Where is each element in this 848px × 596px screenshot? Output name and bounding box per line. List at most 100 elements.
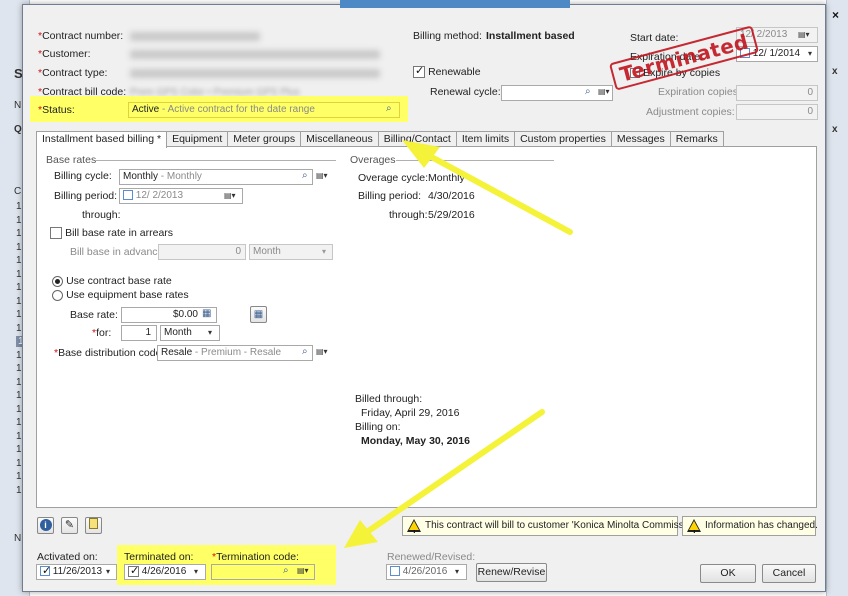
tab-custom-properties[interactable]: Custom properties xyxy=(514,131,612,147)
billing-cycle-label: Billing cycle: xyxy=(54,170,112,182)
tab-installment-billing[interactable]: Installment based billing * xyxy=(36,131,168,148)
status-description: - Active contract for the date range xyxy=(159,104,315,115)
renewal-cycle-input[interactable] xyxy=(501,85,613,101)
for-field[interactable]: 1 xyxy=(121,325,157,341)
search-icon[interactable]: ⌕ xyxy=(386,103,392,114)
use-contract-rate-row[interactable]: Use contract base rate xyxy=(52,275,172,287)
billing-cycle-field[interactable]: Monthly - Monthly xyxy=(119,169,313,185)
renewal-cycle-label: Renewal cycle: xyxy=(430,86,501,98)
chevron-down-icon[interactable]: ▾ xyxy=(194,567,198,576)
options-dropdown-icon[interactable]: ▤▾ xyxy=(598,87,610,96)
expiration-copies-field[interactable]: 0 xyxy=(736,85,818,101)
calculator-button[interactable]: ▦ xyxy=(250,306,267,323)
distribution-code-value: Resale xyxy=(161,347,193,358)
background-close-icon[interactable]: × xyxy=(832,8,839,22)
chevron-down-icon[interactable]: ▾ xyxy=(322,247,326,256)
tab-item-limits[interactable]: Item limits xyxy=(455,131,516,147)
arrears-checkbox-row[interactable]: Bill base rate in arrears xyxy=(50,227,173,240)
expiration-date-value: 12/ 1/2014 xyxy=(752,48,801,59)
for-label: *for: xyxy=(92,327,112,339)
advance-label: Bill base in advance: xyxy=(70,246,167,258)
renewed-revised-label: Renewed/Revised: xyxy=(387,551,476,563)
tab-bar: Installment based billing * Equipment Me… xyxy=(36,131,724,148)
ok-button[interactable]: OK xyxy=(700,564,756,583)
calculator-icon[interactable]: ▦ xyxy=(202,308,211,319)
bill-to-warning-text: This contract will bill to customer 'Kon… xyxy=(425,520,707,531)
billing-method-value: Installment based xyxy=(486,30,575,42)
cancel-button[interactable]: Cancel xyxy=(762,564,816,583)
billed-through-value: Friday, April 29, 2016 xyxy=(361,407,460,419)
billing-on-label: Billing on: xyxy=(355,421,401,433)
chevron-down-icon[interactable]: ▾ xyxy=(106,567,110,576)
distribution-code-desc: - Premium - Resale xyxy=(192,347,282,358)
overage-through-value: 5/29/2016 xyxy=(428,209,475,221)
notes-icon xyxy=(89,518,98,529)
through-label: through: xyxy=(82,209,121,221)
base-rates-heading: Base rates xyxy=(46,154,97,166)
adjustment-copies-field[interactable]: 0 xyxy=(736,104,818,120)
changed-warning-text: Information has changed. xyxy=(705,520,818,531)
use-equipment-rate-label: Use equipment base rates xyxy=(66,289,189,301)
terminated-on-checkbox[interactable] xyxy=(128,565,139,578)
terminated-on-label: Terminated on: xyxy=(124,551,194,563)
chevron-down-icon[interactable]: ▾ xyxy=(808,49,812,58)
activated-on-checkbox[interactable] xyxy=(40,565,51,578)
distribution-code-label: *Base distribution code: xyxy=(54,347,165,359)
tab-miscellaneous[interactable]: Miscellaneous xyxy=(300,131,379,147)
tab-remarks[interactable]: Remarks xyxy=(669,131,724,147)
overage-period-label: Billing period: xyxy=(358,190,422,202)
use-equipment-rate-radio[interactable] xyxy=(52,289,63,301)
tab-billing-contact[interactable]: Billing/Contact xyxy=(377,131,457,147)
contract-number-label: *Contract number: xyxy=(38,30,124,42)
tab-messages[interactable]: Messages xyxy=(610,131,671,147)
advance-unit-select[interactable]: Month xyxy=(249,244,333,260)
search-icon[interactable]: ⌕ xyxy=(302,170,308,181)
warning-icon: ! xyxy=(687,519,701,535)
renewable-checkbox-row[interactable]: Renewable xyxy=(413,64,481,79)
tab-equipment[interactable]: Equipment xyxy=(166,131,229,147)
paperclip-icon: ✎ xyxy=(64,519,75,531)
warning-icon: ! xyxy=(407,519,421,535)
background-window-right xyxy=(826,0,848,596)
use-equipment-rate-row[interactable]: Use equipment base rates xyxy=(52,289,189,301)
activated-on-value: 11/26/2013 xyxy=(52,566,103,577)
renewable-checkbox[interactable] xyxy=(413,64,425,79)
options-dropdown-icon[interactable]: ▤▾ xyxy=(297,566,309,575)
background-close-icon[interactable]: x xyxy=(832,66,838,77)
background-letter: N xyxy=(14,100,22,111)
status-field[interactable]: Active - Active contract for the date ra… xyxy=(128,102,400,118)
renewed-revised-value: 4/26/2016 xyxy=(402,566,448,577)
use-contract-rate-radio[interactable] xyxy=(52,275,63,287)
distribution-code-field[interactable]: Resale - Premium - Resale xyxy=(157,345,313,361)
search-icon[interactable]: ⌕ xyxy=(585,86,591,97)
calendar-icon[interactable]: ▤▾ xyxy=(224,191,236,200)
chevron-down-icon[interactable]: ▾ xyxy=(455,567,459,576)
attachment-button[interactable]: ✎ xyxy=(61,517,78,534)
search-icon[interactable]: ⌕ xyxy=(283,565,289,576)
activated-on-label: Activated on: xyxy=(37,551,98,563)
advance-field[interactable]: 0 xyxy=(158,244,246,260)
billing-period-checkbox[interactable] xyxy=(123,190,133,201)
adjustment-copies-label: Adjustment copies: xyxy=(646,106,735,118)
search-icon[interactable]: ⌕ xyxy=(302,346,308,357)
renewed-revised-checkbox[interactable] xyxy=(390,566,400,577)
notes-button[interactable] xyxy=(85,517,102,534)
billing-cycle-desc: - Monthly xyxy=(158,171,202,182)
chevron-down-icon[interactable]: ▾ xyxy=(208,328,212,337)
options-dropdown-icon[interactable]: ▤▾ xyxy=(316,347,328,356)
overage-cycle-value: Monthly xyxy=(428,172,465,184)
overage-period-value: 4/30/2016 xyxy=(428,190,475,202)
arrears-checkbox[interactable] xyxy=(50,227,62,240)
options-dropdown-icon[interactable]: ▤▾ xyxy=(316,171,328,180)
billing-method-label: Billing method: xyxy=(413,30,482,42)
calendar-icon[interactable]: ▤▾ xyxy=(798,30,810,39)
renew-revise-button[interactable]: Renew/Revise xyxy=(476,563,547,582)
activated-on-field[interactable]: 11/26/2013 xyxy=(36,564,117,580)
calculator-icon: ▦ xyxy=(253,309,264,320)
tab-meter-groups[interactable]: Meter groups xyxy=(227,131,302,147)
overages-heading: Overages xyxy=(350,154,396,166)
billing-on-value: Monday, May 30, 2016 xyxy=(361,435,470,447)
background-letter: N xyxy=(14,533,22,544)
contract-number-value xyxy=(130,32,260,41)
info-button[interactable]: i xyxy=(37,517,54,534)
